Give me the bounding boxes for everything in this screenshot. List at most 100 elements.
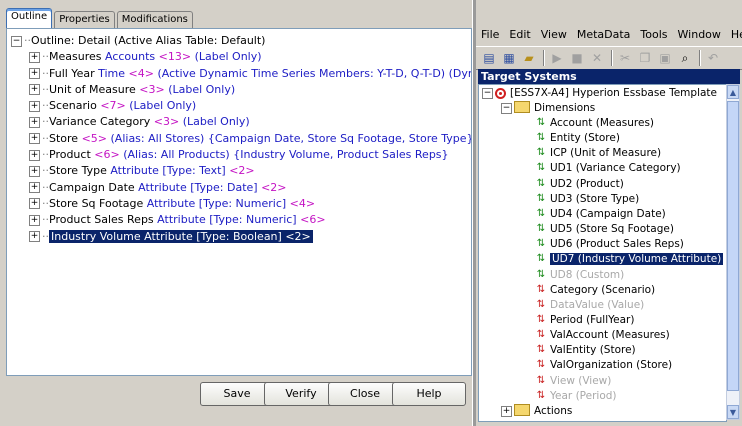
- tab-properties[interactable]: Properties: [54, 11, 115, 28]
- find-icon[interactable]: ⌕: [676, 49, 694, 67]
- dimension-mapping-label: UD2 (Product): [550, 177, 624, 190]
- menu-file[interactable]: File: [476, 26, 504, 44]
- open-folder-icon[interactable]: ▰: [520, 49, 538, 67]
- paste-icon[interactable]: ▣: [656, 49, 674, 67]
- green-arrow-icon: ⇅: [536, 268, 546, 280]
- outline-member-row[interactable]: + ··Unit of Measure <3> (Label Only): [11, 82, 471, 98]
- dimension-mapping-label: UD7 (Industry Volume Attribute): [550, 253, 724, 266]
- dimension-mapping-item[interactable]: ⇅ Category (Scenario): [535, 283, 655, 298]
- expand-icon[interactable]: +: [29, 133, 40, 145]
- new-list-icon[interactable]: ▦: [500, 49, 518, 67]
- member-dimension-type: Attribute [Type: Text]: [110, 164, 226, 178]
- dimensions-folder[interactable]: − Dimensions: [501, 101, 595, 116]
- dimension-mapping-item[interactable]: ⇅ Account (Measures): [535, 116, 654, 131]
- member-child-count: <3>: [153, 115, 180, 129]
- expand-icon[interactable]: +: [29, 214, 40, 226]
- outline-root[interactable]: − ··Outline: Detail (Active Alias Table: …: [11, 33, 471, 49]
- expand-icon[interactable]: +: [29, 51, 40, 63]
- target-system-root[interactable]: − [ESS7X-A4] Hyperion Essbase Template: [482, 86, 717, 101]
- menu-tools[interactable]: Tools: [635, 26, 672, 44]
- verify-button[interactable]: Verify: [264, 382, 338, 406]
- outline-member-row[interactable]: + ··Measures Accounts <13> (Label Only): [11, 49, 471, 65]
- dimension-mapping-item[interactable]: ⇅ UD1 (Variance Category): [535, 161, 681, 176]
- dimension-mapping-label: UD6 (Product Sales Reps): [550, 238, 684, 251]
- dimension-mapping-item[interactable]: ⇅ UD8 (Custom): [535, 268, 624, 283]
- red-arrow-icon: ⇅: [536, 283, 546, 295]
- dimension-mapping-item[interactable]: ⇅ ValEntity (Store): [535, 343, 636, 358]
- actions-folder[interactable]: + Actions: [501, 404, 572, 419]
- tree-connector: ··: [42, 213, 49, 227]
- menu-edit[interactable]: Edit: [504, 26, 535, 44]
- help-button[interactable]: Help: [392, 382, 466, 406]
- dimension-mapping-item[interactable]: ⇅ UD6 (Product Sales Reps): [535, 237, 684, 252]
- dimension-mapping-item[interactable]: ⇅ UD5 (Store Sq Footage): [535, 222, 674, 237]
- collapse-icon[interactable]: −: [11, 35, 22, 47]
- menu-window[interactable]: Window: [673, 26, 726, 44]
- menu-metadata[interactable]: MetaData: [572, 26, 636, 44]
- dimension-mapping-item[interactable]: ⇅ ValAccount (Measures): [535, 328, 670, 343]
- outline-member-row[interactable]: + ··Full Year Time <4> (Active Dynamic Ti…: [11, 66, 471, 82]
- tree-connector: ··: [42, 180, 49, 194]
- tab-modifications[interactable]: Modifications: [116, 11, 193, 28]
- dimension-mapping-item[interactable]: ⇅ ICP (Unit of Measure): [535, 146, 661, 161]
- actions-label: Actions: [534, 405, 573, 417]
- copy-icon[interactable]: ❐: [636, 49, 654, 67]
- new-icon[interactable]: ▤: [480, 49, 498, 67]
- outline-member-text: Industry Volume Attribute [Type: Boolean…: [49, 229, 313, 243]
- tree-connector: ··: [42, 115, 49, 129]
- dimension-mapping-item[interactable]: ⇅ DataValue (Value): [535, 298, 644, 313]
- save-button[interactable]: Save: [200, 382, 274, 406]
- expand-icon[interactable]: +: [29, 68, 40, 80]
- outline-member-row[interactable]: + ··Product Sales Reps Attribute [Type: N…: [11, 212, 471, 228]
- expand-icon[interactable]: +: [29, 198, 40, 210]
- dimension-mapping-item[interactable]: ⇅ ValOrganization (Store): [535, 358, 672, 373]
- outline-member-row[interactable]: + ··Store <5> (Alias: All Stores) {Campai…: [11, 131, 471, 147]
- dimension-mapping-item[interactable]: ⇅ UD3 (Store Type): [535, 192, 639, 207]
- green-arrow-icon: ⇅: [536, 192, 546, 204]
- dimension-mapping-item[interactable]: ⇅ UD4 (Campaign Date): [535, 207, 666, 222]
- dimension-mapping-item[interactable]: ⇅ Year (Period): [535, 389, 617, 404]
- collapse-icon[interactable]: −: [482, 87, 493, 99]
- outline-member-row[interactable]: + ·· Industry Volume Attribute [Type: Bool…: [11, 229, 471, 245]
- dimension-mapping-item[interactable]: ⇅ Period (FullYear): [535, 313, 635, 328]
- outline-member-row[interactable]: + ··Campaign Date Attribute [Type: Date] …: [11, 180, 471, 196]
- dimension-mapping-item[interactable]: ⇅ Entity (Store): [535, 131, 620, 146]
- outline-member-row[interactable]: + ··Variance Category <3> (Label Only): [11, 114, 471, 130]
- scroll-down-icon[interactable]: ▼: [727, 405, 739, 419]
- menu-view[interactable]: View: [536, 26, 572, 44]
- dimension-mapping-item[interactable]: ⇅ UD7 (Industry Volume Attribute): [535, 252, 724, 267]
- outline-member-row[interactable]: + ··Product <6> (Alias: All Products) {In…: [11, 147, 471, 163]
- expand-icon[interactable]: +: [501, 405, 512, 417]
- expand-icon[interactable]: +: [29, 231, 40, 243]
- expand-icon[interactable]: +: [29, 116, 40, 128]
- dimension-mapping-item[interactable]: ⇅ View (View): [535, 374, 612, 389]
- collapse-icon[interactable]: −: [501, 102, 512, 114]
- expand-icon[interactable]: +: [29, 84, 40, 96]
- expand-icon[interactable]: +: [29, 149, 40, 161]
- stop-icon[interactable]: ■: [568, 49, 586, 67]
- scroll-thumb[interactable]: [727, 101, 739, 391]
- undo-icon[interactable]: ↶: [704, 49, 722, 67]
- cut-icon[interactable]: ✂: [616, 49, 634, 67]
- expand-icon[interactable]: +: [29, 182, 40, 194]
- tab-outline[interactable]: Outline: [6, 8, 53, 28]
- member-child-count: <2>: [229, 164, 255, 178]
- outline-member-text: Store <5> (Alias: All Stores) {Campaign …: [49, 132, 471, 145]
- expand-icon[interactable]: +: [29, 100, 40, 112]
- outline-member-row[interactable]: + ··Store Sq Footage Attribute [Type: Num…: [11, 196, 471, 212]
- vertical-scrollbar[interactable]: ▲ ▼: [726, 84, 740, 420]
- dimension-mapping-item[interactable]: ⇅ UD2 (Product): [535, 177, 624, 192]
- expand-icon[interactable]: +: [29, 165, 40, 177]
- close-button[interactable]: Close: [328, 382, 402, 406]
- tree-connector: ··: [42, 50, 49, 64]
- outline-member-row[interactable]: + ··Store Type Attribute [Type: Text] <2>: [11, 163, 471, 179]
- run-icon[interactable]: ▶: [548, 49, 566, 67]
- delete-icon[interactable]: ✕: [588, 49, 606, 67]
- red-arrow-icon: ⇅: [536, 389, 546, 401]
- outline-member-text: Store Sq Footage Attribute [Type: Numeri…: [49, 197, 315, 210]
- member-name: Campaign Date: [49, 180, 135, 194]
- scroll-up-icon[interactable]: ▲: [727, 85, 739, 99]
- menu-help[interactable]: Help: [726, 26, 742, 44]
- red-arrow-icon: ⇅: [536, 298, 546, 310]
- outline-member-row[interactable]: + ··Scenario <7> (Label Only): [11, 98, 471, 114]
